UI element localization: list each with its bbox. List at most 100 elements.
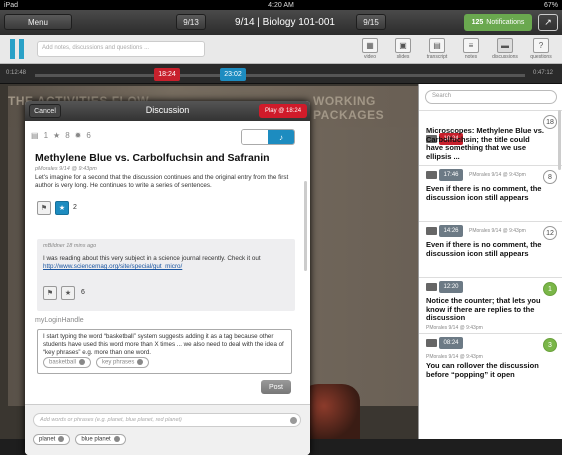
timeline-marker-discussion[interactable]: 18:24 <box>154 68 180 81</box>
item-text: Notice the counter; that lets you know i… <box>426 296 541 322</box>
clock: 4:20 AM <box>268 1 294 9</box>
reply-count: 1 <box>543 282 557 296</box>
list-item[interactable]: 17:46 PMorales 9/14 @ 9:43pm 8 Even if t… <box>419 165 562 221</box>
compose-tags: basketball key phrases <box>43 357 150 368</box>
tag-list: planet blue planet <box>33 434 126 445</box>
star-button-icon[interactable]: ★ <box>61 286 75 300</box>
tag-label: planet <box>39 436 56 443</box>
post-button[interactable]: Post <box>261 380 291 394</box>
notes-tool[interactable]: ≡ notes <box>457 37 485 62</box>
tag-chip[interactable]: key phrases <box>96 357 150 368</box>
tag-chip[interactable]: basketball <box>43 357 92 368</box>
notify-toggle[interactable]: ♪ <box>241 129 295 145</box>
transcript-tool-label: transcript <box>426 54 448 60</box>
timeline-end: 0:47:12 <box>533 70 554 76</box>
timeline-marker-current[interactable]: 23:02 <box>220 68 246 81</box>
item-text: Even if there is no comment, the discuss… <box>426 184 542 202</box>
list-item[interactable]: 12:20 1 Notice the counter; that lets yo… <box>419 277 562 333</box>
modal-scrollbar[interactable] <box>304 181 307 271</box>
device-label: iPad <box>4 1 19 9</box>
tag-label: blue planet <box>81 436 111 443</box>
tag-chip[interactable]: blue planet <box>75 434 126 445</box>
item-time: 12:20 <box>439 281 463 293</box>
discussion-meta: pMorales 9/14 @ 9:43pm <box>35 166 97 172</box>
star-button-icon[interactable]: ★ <box>55 201 69 215</box>
chat-icon <box>426 283 437 291</box>
questions-tool-label: questions <box>530 54 552 60</box>
add-tag-icon[interactable] <box>290 417 297 424</box>
modal-body: ▤ 1 ★ 8 ✹ 6 ♪ Methylene Blue vs. Carbolfuch… <box>25 121 310 455</box>
discussion-heading: Methylene Blue vs. Carbolfuchsin and Saf… <box>35 152 270 164</box>
reply-count: 18 <box>543 115 557 129</box>
status-bar: iPad 4:20 AM 67% <box>0 0 562 10</box>
list-item[interactable]: 08:24 3 PMorales 9/14 @ 9:43pm You can r… <box>419 333 562 389</box>
tag-editor: Add words or phrases (e.g. planet, blue … <box>25 404 310 455</box>
slides-tool[interactable]: ▣ slides <box>389 37 417 62</box>
timeline[interactable]: 0:12:48 18:24 23:02 0:47:12 <box>0 64 562 84</box>
remove-tag-icon[interactable] <box>58 436 65 442</box>
discussion-list-panel: Search 18:24 18 Microscopes: Methylene B… <box>418 84 562 439</box>
page-title: 9/14 | Biology 101-001 <box>235 17 335 28</box>
reply-card: mBildner 18 mins ago I was reading about… <box>37 239 295 311</box>
questions-tool[interactable]: ? questions <box>527 37 555 62</box>
list-scrollbar[interactable] <box>558 110 561 170</box>
reply-star-count: 6 <box>81 289 85 296</box>
notes-input[interactable]: Add notes, discussions and questions ... <box>37 41 205 57</box>
top-bar: Menu 9/13 9/14 | Biology 101-001 9/15 12… <box>0 10 562 35</box>
item-meta: PMorales 9/14 @ 9:43pm <box>469 172 526 178</box>
notes-icon: ≡ <box>463 38 479 53</box>
item-text: Even if there is no comment, the discuss… <box>426 240 542 258</box>
reply-link[interactable]: http://www.sciencemag.org/site/special/g… <box>43 263 182 270</box>
video-tool[interactable]: ▦ video <box>356 37 384 62</box>
notifications-count: 125 <box>471 19 484 26</box>
play-at-button[interactable]: Play @ 18:24 <box>259 104 307 118</box>
battery-level: 67% <box>543 1 558 9</box>
tag-label: key phrases <box>102 359 135 366</box>
flag-icon[interactable]: ⚑ <box>43 286 57 300</box>
cancel-button[interactable]: Cancel <box>29 104 61 118</box>
discussion-modal: Cancel Discussion Play @ 18:24 ▤ 1 ★ 8 ✹ 6 … <box>25 101 310 455</box>
flag-icon[interactable]: ⚑ <box>37 201 51 215</box>
list-item[interactable]: 18:24 18 Microscopes: Methylene Blue vs.… <box>419 110 562 165</box>
discussions-icon: ▬ <box>497 38 513 53</box>
item-time: 17:46 <box>439 169 463 181</box>
transcript-tool[interactable]: ▤ transcript <box>423 37 451 62</box>
discussions-tool-label: discussions <box>492 54 518 60</box>
timeline-start: 0:12:48 <box>6 70 27 76</box>
prev-session-button[interactable]: 9/13 <box>176 14 206 30</box>
item-meta: PMorales 9/14 @ 9:43pm <box>469 228 526 234</box>
item-text: You can rollover the discussion before “… <box>426 361 539 379</box>
timeline-track[interactable] <box>35 74 525 77</box>
tag-input[interactable]: Add words or phrases (e.g. planet, blue … <box>33 413 301 427</box>
reply-count: 12 <box>543 226 557 240</box>
remove-tag-icon[interactable] <box>113 436 120 442</box>
slide-heading-right: WORKING PACKAGES <box>313 94 385 122</box>
slides-tool-label: slides <box>396 54 410 60</box>
item-text: Microscopes: Methylene Blue vs. Carbolfu… <box>426 126 544 161</box>
next-session-button[interactable]: 9/15 <box>356 14 386 30</box>
discussions-tool[interactable]: ▬ discussions <box>491 37 519 62</box>
list-item[interactable]: 14:26 PMorales 9/14 @ 9:43pm 12 Even if … <box>419 221 562 277</box>
discussion-list: 18:24 18 Microscopes: Methylene Blue vs.… <box>419 110 562 389</box>
reply-meta: mBildner 18 mins ago <box>43 243 97 249</box>
share-icon[interactable]: ↗ <box>538 14 558 31</box>
comment-icon: ▤ <box>31 131 39 140</box>
tag-chip[interactable]: planet <box>33 434 71 445</box>
chat-icon <box>426 339 437 347</box>
reply-count: 8 <box>543 170 557 184</box>
search-input[interactable]: Search <box>425 90 557 104</box>
like-count: 8 <box>65 131 70 140</box>
item-time: 08:24 <box>439 337 463 349</box>
remove-tag-icon[interactable] <box>79 359 86 365</box>
tag-input-placeholder: Add words or phrases (e.g. planet, blue … <box>40 417 182 423</box>
menu-button[interactable]: Menu <box>4 14 72 30</box>
pause-icon[interactable] <box>10 39 26 59</box>
reply-text: I was reading about this very subject in… <box>43 255 291 271</box>
modal-header: Cancel Discussion Play @ 18:24 <box>25 101 310 121</box>
tag-label: basketball <box>49 359 77 366</box>
user-handle: myLoginHandle <box>35 317 84 324</box>
bug-icon: ✹ <box>74 131 82 140</box>
notifications-button[interactable]: 125 Notifications <box>464 14 532 31</box>
discussion-stats: ▤ 1 ★ 8 ✹ 6 <box>31 131 91 140</box>
remove-tag-icon[interactable] <box>137 359 144 365</box>
